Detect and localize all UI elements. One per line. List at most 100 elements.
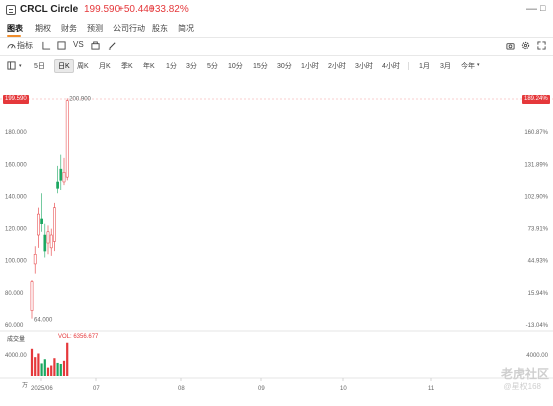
period-1h[interactable]: 1小时 [301, 61, 319, 71]
tab-forecast[interactable]: 预测 [87, 23, 103, 34]
price-tick-label: 80.000 [5, 291, 24, 297]
period-3m[interactable]: 3分 [186, 61, 197, 71]
price-tick-label: 120.000 [5, 227, 27, 233]
left-price-axis: 180.000 160.000 140.000 120.000 100.000 80.00… [5, 130, 27, 329]
range-3mo[interactable]: 3月 [440, 61, 451, 71]
watermark-logo: 老虎社区 [500, 367, 549, 381]
kline-chart[interactable]: 180.000 160.000 140.000 120.000 100.000 80.00… [0, 84, 553, 406]
time-tick-label: 07 [93, 386, 100, 392]
sidebar-toggle-icon[interactable] [7, 61, 16, 70]
pct-tick-label: -13.04% [526, 323, 549, 329]
volume-bar [62, 360, 66, 376]
tab-financials[interactable]: 财务 [61, 23, 77, 34]
right-pct-axis: 160.87% 131.89% 102.90% 73.91% 44.93% 15.94% -… [524, 130, 548, 329]
watermark-author: @星权168 [503, 382, 541, 391]
tab-shareholders[interactable]: 股东 [152, 23, 168, 34]
time-tick-label: 08 [178, 386, 185, 392]
dropdown-arrow-icon[interactable]: ▾ [19, 63, 22, 69]
compare-button[interactable]: VS [73, 40, 84, 49]
period-daily[interactable]: 日K [54, 59, 74, 73]
price-tick-label: 140.000 [5, 194, 27, 200]
candle-body [65, 100, 69, 178]
pct-tick-label: 15.94% [528, 291, 549, 297]
last-price: 199.590 [84, 4, 121, 15]
range-ytd[interactable]: 今年 [461, 61, 475, 71]
period-weekly[interactable]: 周K [77, 61, 89, 71]
price-tick-label: 60.000 [5, 323, 24, 329]
fullscreen-icon[interactable] [537, 41, 546, 50]
period-1m[interactable]: 1分 [166, 61, 177, 71]
pct-tick-label: 160.87% [524, 130, 548, 136]
candle-body [53, 207, 56, 242]
stock-name: CRCL Circle [20, 4, 79, 15]
volume-bar [43, 359, 46, 376]
period-monthly[interactable]: 月K [99, 61, 111, 71]
camera-icon[interactable] [506, 41, 515, 50]
chart-toolbar: 指标 VS [0, 38, 553, 54]
settings-gear-icon[interactable] [521, 41, 530, 50]
volume-bar [53, 358, 56, 376]
period-5d[interactable]: 5日 [34, 61, 45, 71]
pct-tick-label: 131.89% [524, 162, 548, 168]
candle-body [40, 218, 43, 225]
current-price-tag-left: 199.590 [3, 95, 29, 104]
price-tick-label: 180.000 [5, 130, 27, 136]
stock-icon [6, 5, 16, 15]
volume-bar [50, 365, 53, 376]
volume-bar [56, 362, 59, 376]
candle-body [33, 254, 37, 265]
candle-body [59, 168, 63, 181]
time-axis: 2025/06 07 08 09 10 11 [31, 378, 435, 392]
template-icon[interactable] [91, 41, 100, 50]
period-5m[interactable]: 5分 [207, 61, 218, 71]
time-tick-label: 2025/06 [31, 386, 53, 392]
time-tick-label: 09 [258, 386, 265, 392]
divider [408, 62, 409, 70]
volume-unit: 万 [22, 382, 28, 389]
tab-profile[interactable]: 简况 [178, 23, 194, 34]
minimize-button[interactable]: — [526, 3, 537, 15]
volume-label: 成交量 [7, 337, 26, 343]
volume-bars [30, 342, 69, 376]
volume-bar [34, 357, 37, 376]
title-bar: CRCL Circle 199.590 +50.440 +33.82% — □ [0, 0, 553, 20]
time-tick-label: 10 [340, 386, 347, 392]
period-3h[interactable]: 3小时 [355, 61, 373, 71]
price-change-pct: +33.82% [149, 4, 189, 15]
pct-tick-label: 73.91% [528, 227, 549, 233]
period-yearly[interactable]: 年K [143, 61, 155, 71]
volume-bar [37, 353, 40, 376]
current-price-tag-right: 189.24% [522, 95, 550, 104]
checkbox-icon[interactable] [57, 41, 66, 50]
period-15m[interactable]: 15分 [253, 61, 268, 71]
range-1mo[interactable]: 1月 [419, 61, 430, 71]
maximize-button[interactable]: □ [540, 3, 545, 13]
candle-body [37, 213, 40, 236]
volume-tick-left: 4000.00 [5, 353, 27, 359]
indicator-icon[interactable] [7, 41, 16, 50]
range-dropdown-icon[interactable]: ▾ [477, 62, 480, 68]
period-4h[interactable]: 4小时 [382, 61, 400, 71]
candle-body [56, 181, 59, 189]
volume-bar [59, 363, 62, 376]
period-10m[interactable]: 10分 [228, 61, 243, 71]
time-tick-label: 11 [428, 386, 435, 392]
tab-bar: 图表 期权 财务 预测 公司行动 股东 简况 [0, 21, 553, 38]
chart-type-icon[interactable] [42, 41, 51, 50]
indicator-button[interactable]: 指标 [17, 40, 33, 51]
period-quarterly[interactable]: 季K [121, 61, 133, 71]
draw-pencil-icon[interactable] [108, 41, 117, 50]
tab-corporate-actions[interactable]: 公司行动 [113, 23, 145, 34]
volume-tick-right: 4000.00 [526, 353, 548, 359]
divider [0, 55, 553, 56]
pct-tick-label: 102.90% [524, 194, 548, 200]
candle-body [49, 234, 53, 249]
period-30m[interactable]: 30分 [277, 61, 292, 71]
tab-options[interactable]: 期权 [35, 23, 51, 34]
price-tick-label: 100.000 [5, 259, 27, 265]
tab-chart[interactable]: 图表 [7, 23, 23, 34]
volume-bar [40, 363, 43, 376]
low-price-label: 64.000 [34, 318, 53, 324]
period-2h[interactable]: 2小时 [328, 61, 346, 71]
volume-bar [66, 342, 69, 376]
